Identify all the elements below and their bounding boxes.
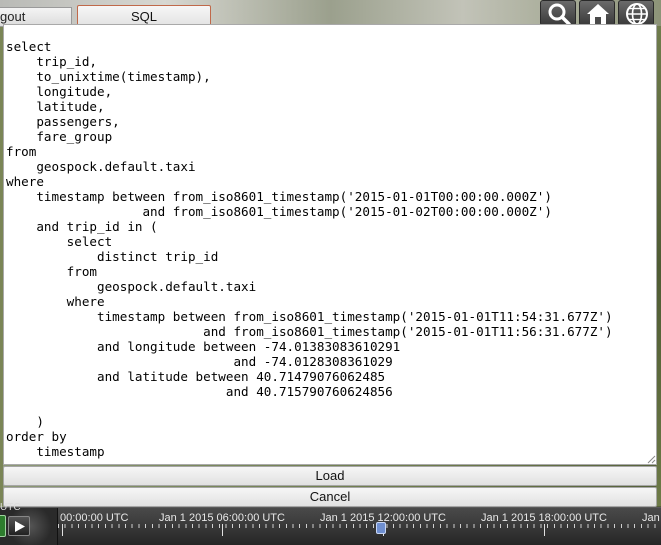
search-icon	[548, 3, 571, 26]
timeline-ticks	[58, 524, 661, 545]
sql-query-text[interactable]: select trip_id, to_unixtime(timestamp), …	[6, 39, 613, 459]
home-icon	[587, 4, 609, 25]
timeline-label: Jan 1 2015 18:00:00 UTC	[481, 512, 607, 524]
timeline-major-tick	[62, 524, 63, 536]
play-button[interactable]	[8, 516, 30, 536]
globe-icon	[626, 3, 648, 25]
cancel-button[interactable]: Cancel	[3, 487, 657, 507]
timeline-label: Jan	[642, 512, 660, 524]
timeline-track[interactable]: 00:00:00 UTC Jan 1 2015 06:00:00 UTC Jan…	[58, 508, 661, 545]
sql-editor[interactable]: select trip_id, to_unixtime(timestamp), …	[3, 24, 657, 465]
home-button[interactable]	[579, 0, 615, 26]
timeline-major-tick	[222, 524, 223, 536]
timeline-label: Jan 1 2015 06:00:00 UTC	[159, 512, 285, 524]
globe-button[interactable]	[618, 0, 654, 26]
resize-grip-icon[interactable]	[647, 455, 656, 464]
timeline-label: 00:00:00 UTC	[60, 512, 129, 524]
shuttle-ring[interactable]	[0, 515, 6, 537]
timeline-current-time-marker[interactable]	[376, 522, 386, 534]
play-icon	[15, 521, 25, 532]
utc-label: UTC	[0, 502, 21, 513]
search-button[interactable]	[540, 0, 576, 26]
load-button[interactable]: Load	[3, 466, 657, 486]
timeline-major-tick	[544, 524, 545, 536]
